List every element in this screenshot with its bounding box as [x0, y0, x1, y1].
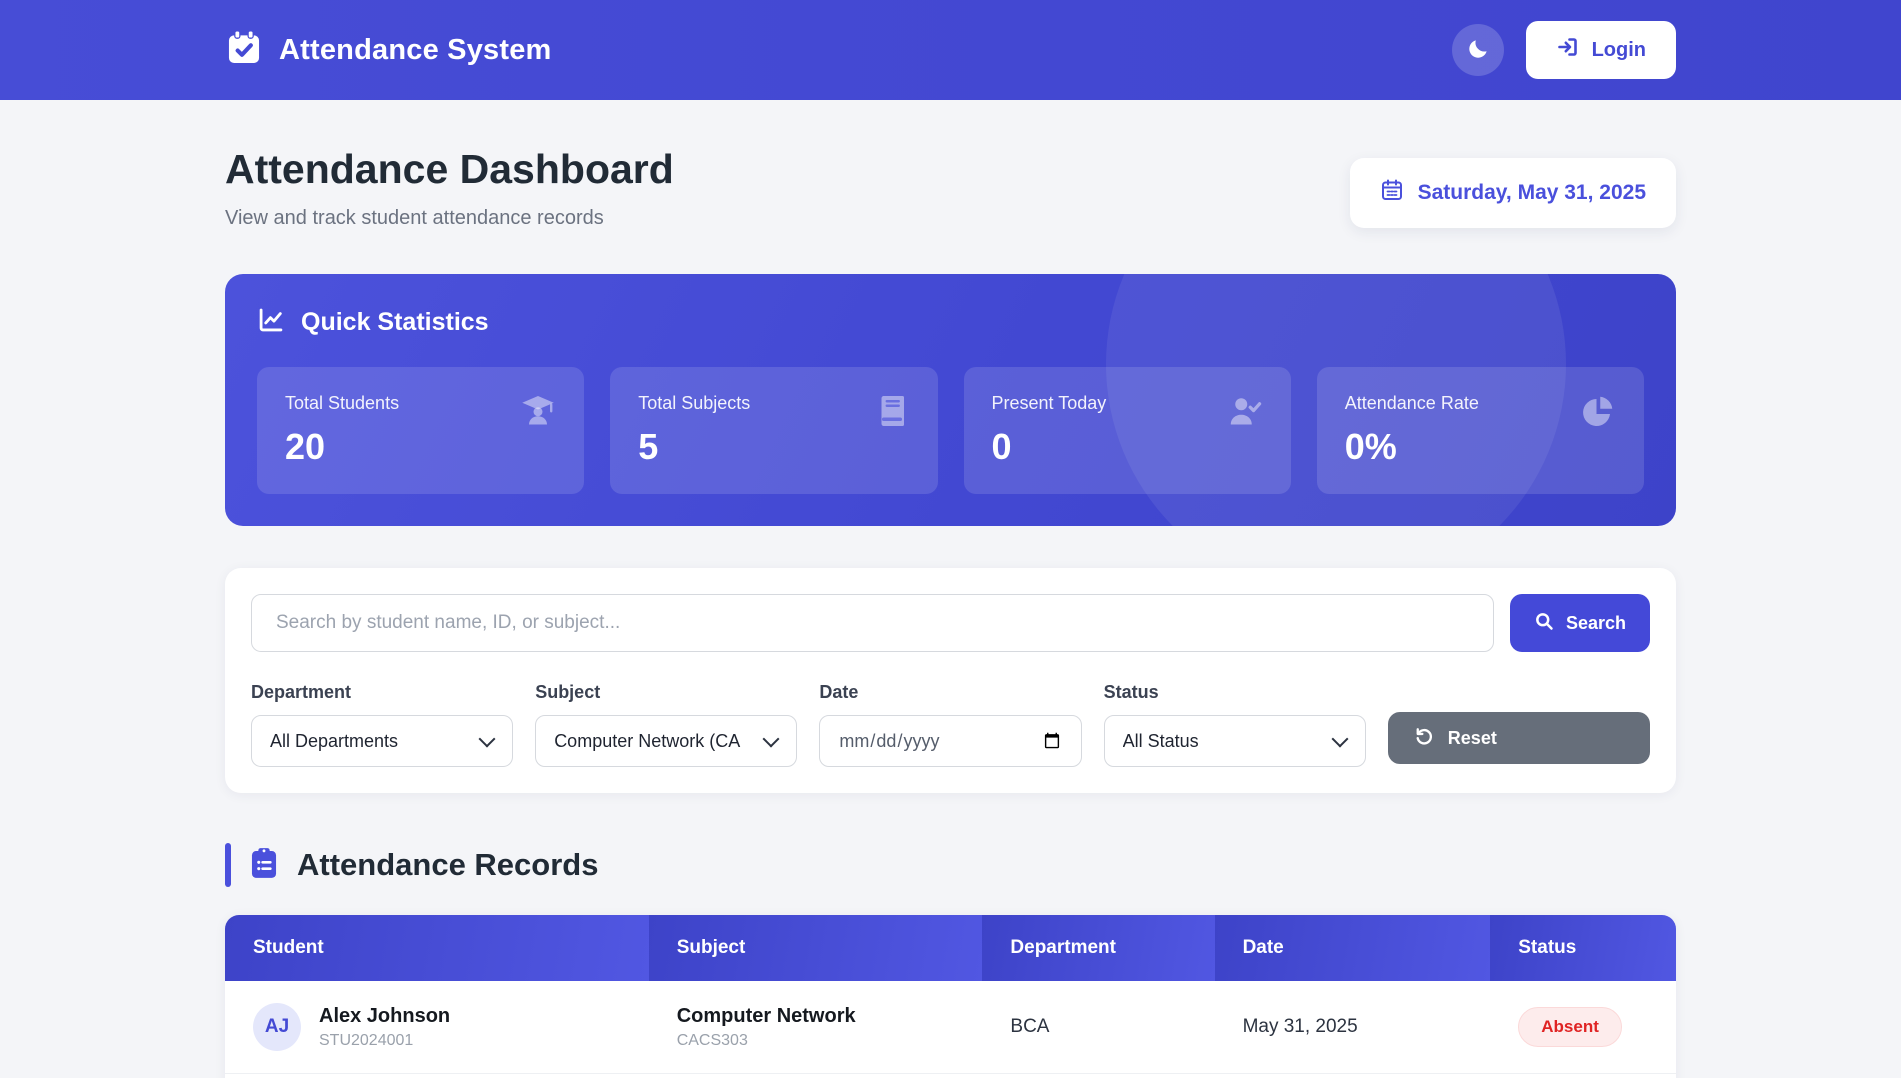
current-date: Saturday, May 31, 2025: [1418, 181, 1646, 205]
page-title: Attendance Dashboard: [225, 146, 674, 193]
login-button[interactable]: Login: [1526, 21, 1676, 79]
student-id: STU2024001: [319, 1032, 450, 1050]
page-header: Attendance Dashboard View and track stud…: [225, 100, 1676, 230]
stat-card-attendance-rate: Attendance Rate 0%: [1317, 367, 1644, 494]
brand[interactable]: Attendance System: [225, 29, 552, 72]
table-row: AJ Alex Johnson STU2024001 Computer Netw…: [225, 981, 1676, 1074]
sign-in-icon: [1556, 35, 1580, 65]
calendar-check-icon: [225, 29, 263, 72]
col-subject: Subject: [649, 915, 983, 981]
filter-card: Search Department All Departments Subjec…: [225, 568, 1676, 793]
user-check-icon: [1227, 393, 1263, 434]
quick-statistics-panel: Quick Statistics Total Students 20 Total…: [225, 274, 1676, 526]
dark-mode-toggle[interactable]: [1452, 24, 1504, 76]
pie-chart-icon: [1580, 393, 1616, 434]
date-label: Date: [819, 682, 1081, 703]
records-header: Attendance Records: [225, 843, 1676, 887]
page-subtitle: View and track student attendance record…: [225, 207, 674, 230]
department-label: Department: [251, 682, 513, 703]
status-badge: Absent: [1518, 1007, 1622, 1047]
avatar: AJ: [253, 1003, 301, 1051]
table-row: AT Amanda Thomas STU2024010 Computer Net…: [225, 1074, 1676, 1078]
department-value: BCA: [1010, 1016, 1049, 1037]
graduate-icon: [520, 393, 556, 434]
status-select[interactable]: All Status: [1104, 715, 1366, 767]
date-value: May 31, 2025: [1243, 1016, 1358, 1037]
col-date: Date: [1215, 915, 1491, 981]
quick-statistics-title: Quick Statistics: [301, 308, 489, 337]
navbar: Attendance System Login: [0, 0, 1901, 100]
date-badge: Saturday, May 31, 2025: [1350, 158, 1676, 228]
student-name: Alex Johnson: [319, 1005, 450, 1028]
department-select[interactable]: All Departments: [251, 715, 513, 767]
app-title: Attendance System: [279, 34, 552, 67]
search-input[interactable]: [251, 594, 1494, 652]
search-icon: [1534, 611, 1554, 636]
records-title: Attendance Records: [297, 847, 598, 883]
undo-icon: [1414, 726, 1434, 751]
moon-icon: [1466, 37, 1490, 64]
attendance-table: Student Subject Department Date Status A…: [225, 915, 1676, 1078]
subject-select[interactable]: Computer Network (CA: [535, 715, 797, 767]
chart-line-icon: [257, 306, 285, 339]
reset-button[interactable]: Reset: [1388, 712, 1650, 764]
col-department: Department: [982, 915, 1214, 981]
subject-code: CACS303: [677, 1032, 955, 1050]
book-icon: [874, 393, 910, 434]
stat-card-total-subjects: Total Subjects 5: [610, 367, 937, 494]
calendar-icon: [1380, 178, 1404, 208]
stat-card-total-students: Total Students 20: [257, 367, 584, 494]
col-status: Status: [1490, 915, 1676, 981]
accent-bar: [225, 843, 231, 887]
stat-card-present-today: Present Today 0: [964, 367, 1291, 494]
subject-label: Subject: [535, 682, 797, 703]
clipboard-list-icon: [247, 846, 281, 885]
subject-name: Computer Network: [677, 1005, 955, 1028]
status-label: Status: [1104, 682, 1366, 703]
col-student: Student: [225, 915, 649, 981]
search-button[interactable]: Search: [1510, 594, 1650, 652]
date-input[interactable]: [819, 715, 1081, 767]
